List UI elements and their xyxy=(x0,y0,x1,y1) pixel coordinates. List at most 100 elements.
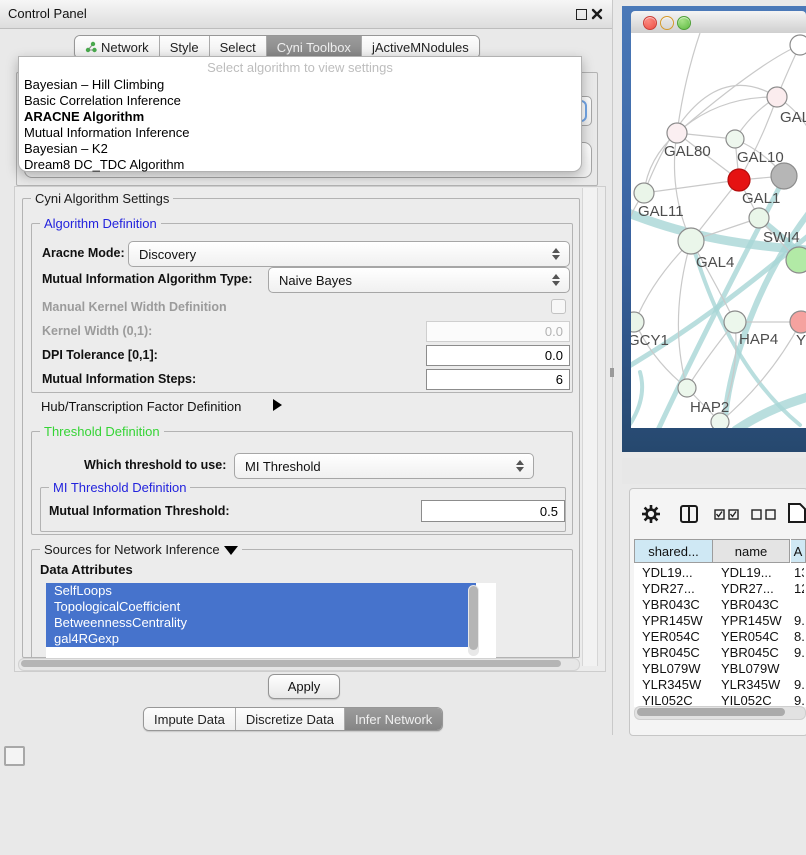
aracne-mode-value: Discovery xyxy=(129,247,547,262)
minimized-panel-button[interactable] xyxy=(4,746,25,766)
table-cell[interactable]: YER054C xyxy=(721,629,793,644)
node-label: GAL4 xyxy=(696,254,734,271)
network-node-gal11[interactable] xyxy=(634,183,654,203)
table-cell[interactable]: 9. xyxy=(794,613,804,628)
network-node-gal[interactable] xyxy=(767,87,787,107)
new-table-icon[interactable] xyxy=(788,503,806,523)
node-table[interactable]: shared...nameAYDL19...YDL19...13YDR27...… xyxy=(634,539,806,707)
table-cell[interactable]: YBR043C xyxy=(721,597,793,612)
kernel-width-field[interactable] xyxy=(426,321,570,342)
algorithm-option-bayesian-hill-climbing[interactable]: Bayesian – Hill Climbing xyxy=(19,77,581,93)
network-node-gal1[interactable] xyxy=(728,169,750,191)
table-cell[interactable]: YDR27... xyxy=(721,581,793,596)
tab-jactivemnodules[interactable]: jActiveMNodules xyxy=(362,36,479,58)
tab-select[interactable]: Select xyxy=(210,36,267,58)
network-node-gal4[interactable] xyxy=(678,228,704,254)
network-node-gal10[interactable] xyxy=(726,130,744,148)
table-cell[interactable]: YER054C xyxy=(642,629,715,644)
table-cell[interactable]: YPR145W xyxy=(642,613,715,628)
table-panel-titlebar: Table Panel xyxy=(622,458,806,484)
table-cell[interactable]: YLR345W xyxy=(642,677,715,692)
table-cell[interactable]: YIL052C xyxy=(721,693,793,707)
apply-button[interactable]: Apply xyxy=(268,674,340,699)
attribute-item-betweennesscentrality[interactable]: BetweennessCentrality xyxy=(46,615,476,631)
select-all-checkboxes-icon[interactable] xyxy=(714,509,740,520)
combo-spinner-icon xyxy=(547,274,565,286)
column-header-shared[interactable]: shared... xyxy=(634,539,713,563)
tab-impute-data[interactable]: Impute Data xyxy=(144,708,236,730)
mi-steps-field[interactable] xyxy=(426,369,570,390)
dpi-tolerance-field[interactable] xyxy=(426,345,570,366)
network-node[interactable] xyxy=(786,247,806,273)
zoom-traffic-icon[interactable] xyxy=(677,16,691,30)
tab-style[interactable]: Style xyxy=(160,36,210,58)
table-cell[interactable]: YBL079W xyxy=(721,661,793,676)
algorithm-option-dream8-dc-tdc-algorithm[interactable]: Dream8 DC_TDC Algorithm xyxy=(19,157,581,173)
column-header-a[interactable]: A xyxy=(791,539,806,563)
network-node-hap2[interactable] xyxy=(678,379,696,397)
close-icon[interactable] xyxy=(591,8,603,20)
tab-discretize-data[interactable]: Discretize Data xyxy=(236,708,345,730)
algorithm-option-basic-correlation-inference[interactable]: Basic Correlation Inference xyxy=(19,93,581,109)
table-cell[interactable]: 13 xyxy=(794,565,804,580)
table-cell[interactable]: YDL19... xyxy=(642,565,715,580)
table-cell[interactable]: YBR043C xyxy=(642,597,715,612)
attribute-item-selfloops[interactable]: SelfLoops xyxy=(46,583,476,599)
table-cell[interactable]: YDR27... xyxy=(642,581,715,596)
minimize-traffic-icon[interactable] xyxy=(660,16,674,30)
collapse-arrow-icon[interactable] xyxy=(224,546,238,555)
table-cell[interactable]: YIL052C xyxy=(642,693,715,707)
algorithm-option-mutual-information-inference[interactable]: Mutual Information Inference xyxy=(19,125,581,141)
which-threshold-combobox[interactable]: MI Threshold xyxy=(234,453,534,479)
settings-horizontal-scrollbar[interactable] xyxy=(18,658,580,671)
column-header-name[interactable]: name xyxy=(713,539,790,563)
attribute-item-gal4rgexp[interactable]: gal4RGexp xyxy=(46,631,476,647)
attribute-item-topologicalcoefficient[interactable]: TopologicalCoefficient xyxy=(46,599,476,615)
data-attributes-list[interactable]: SelfLoopsTopologicalCoefficientBetweenne… xyxy=(46,583,496,658)
table-cell[interactable]: YBL079W xyxy=(642,661,715,676)
table-cell[interactable]: 9. xyxy=(794,645,804,660)
network-canvas[interactable]: GALGAL80GAL10GAL1GAL11SWI4GAL4GCY1HAP4YH… xyxy=(631,33,806,428)
network-window-titlebar[interactable] xyxy=(631,11,806,34)
table-cell[interactable]: YBR045C xyxy=(721,645,793,660)
table-cell[interactable]: 9. xyxy=(794,693,804,707)
table-cell[interactable]: YPR145W xyxy=(721,613,793,628)
network-node[interactable] xyxy=(790,35,806,55)
network-node[interactable] xyxy=(711,413,729,428)
column-layout-icon[interactable] xyxy=(680,505,698,523)
expand-arrow-icon[interactable] xyxy=(273,399,282,411)
algorithm-option-aracne-algorithm[interactable]: ARACNE Algorithm xyxy=(19,109,581,125)
table-horizontal-scrollbar[interactable] xyxy=(634,706,806,720)
mi-threshold-field[interactable] xyxy=(421,500,565,522)
algorithm-option-bayesian-k2[interactable]: Bayesian – K2 xyxy=(19,141,581,157)
mi-algorithm-type-combobox[interactable]: Naive Bayes xyxy=(268,267,570,293)
deselect-checkboxes-icon[interactable] xyxy=(751,509,777,520)
table-cell[interactable]: 9. xyxy=(794,677,804,692)
aracne-mode-combobox[interactable]: Discovery xyxy=(128,241,570,267)
tab-cyni-toolbox[interactable]: Cyni Toolbox xyxy=(267,36,362,58)
mi-algorithm-type-label: Mutual Information Algorithm Type: xyxy=(42,272,252,286)
table-cell[interactable]: YBR045C xyxy=(642,645,715,660)
network-node[interactable] xyxy=(771,163,797,189)
settings-vertical-scrollbar[interactable] xyxy=(582,188,598,666)
network-node-y[interactable] xyxy=(790,311,806,333)
network-node-hap4[interactable] xyxy=(724,311,746,333)
float-panel-icon[interactable] xyxy=(576,9,587,20)
table-cell[interactable]: 8. xyxy=(794,629,804,644)
table-cell[interactable]: YDL19... xyxy=(721,565,793,580)
table-cell[interactable]: YLR345W xyxy=(721,677,793,692)
gear-icon[interactable] xyxy=(642,505,660,523)
manual-kernel-checkbox[interactable] xyxy=(551,299,566,314)
tab-network[interactable]: Network xyxy=(75,36,160,58)
dropdown-prompt: Select algorithm to view settings xyxy=(19,60,581,75)
cyni-settings-group: Cyni Algorithm Settings Algorithm Defini… xyxy=(22,198,580,658)
network-node-gal80[interactable] xyxy=(667,123,687,143)
network-node-gcy1[interactable] xyxy=(631,312,644,332)
attributes-scrollbar[interactable] xyxy=(468,585,479,656)
tab-infer-network[interactable]: Infer Network xyxy=(345,708,442,730)
hub-section-label: Hub/Transcription Factor Definition xyxy=(41,399,241,414)
network-node-swi4[interactable] xyxy=(749,208,769,228)
table-cell[interactable]: 12 xyxy=(794,581,804,596)
close-traffic-icon[interactable] xyxy=(643,16,657,30)
panel-splitter-handle[interactable] xyxy=(610,368,614,377)
